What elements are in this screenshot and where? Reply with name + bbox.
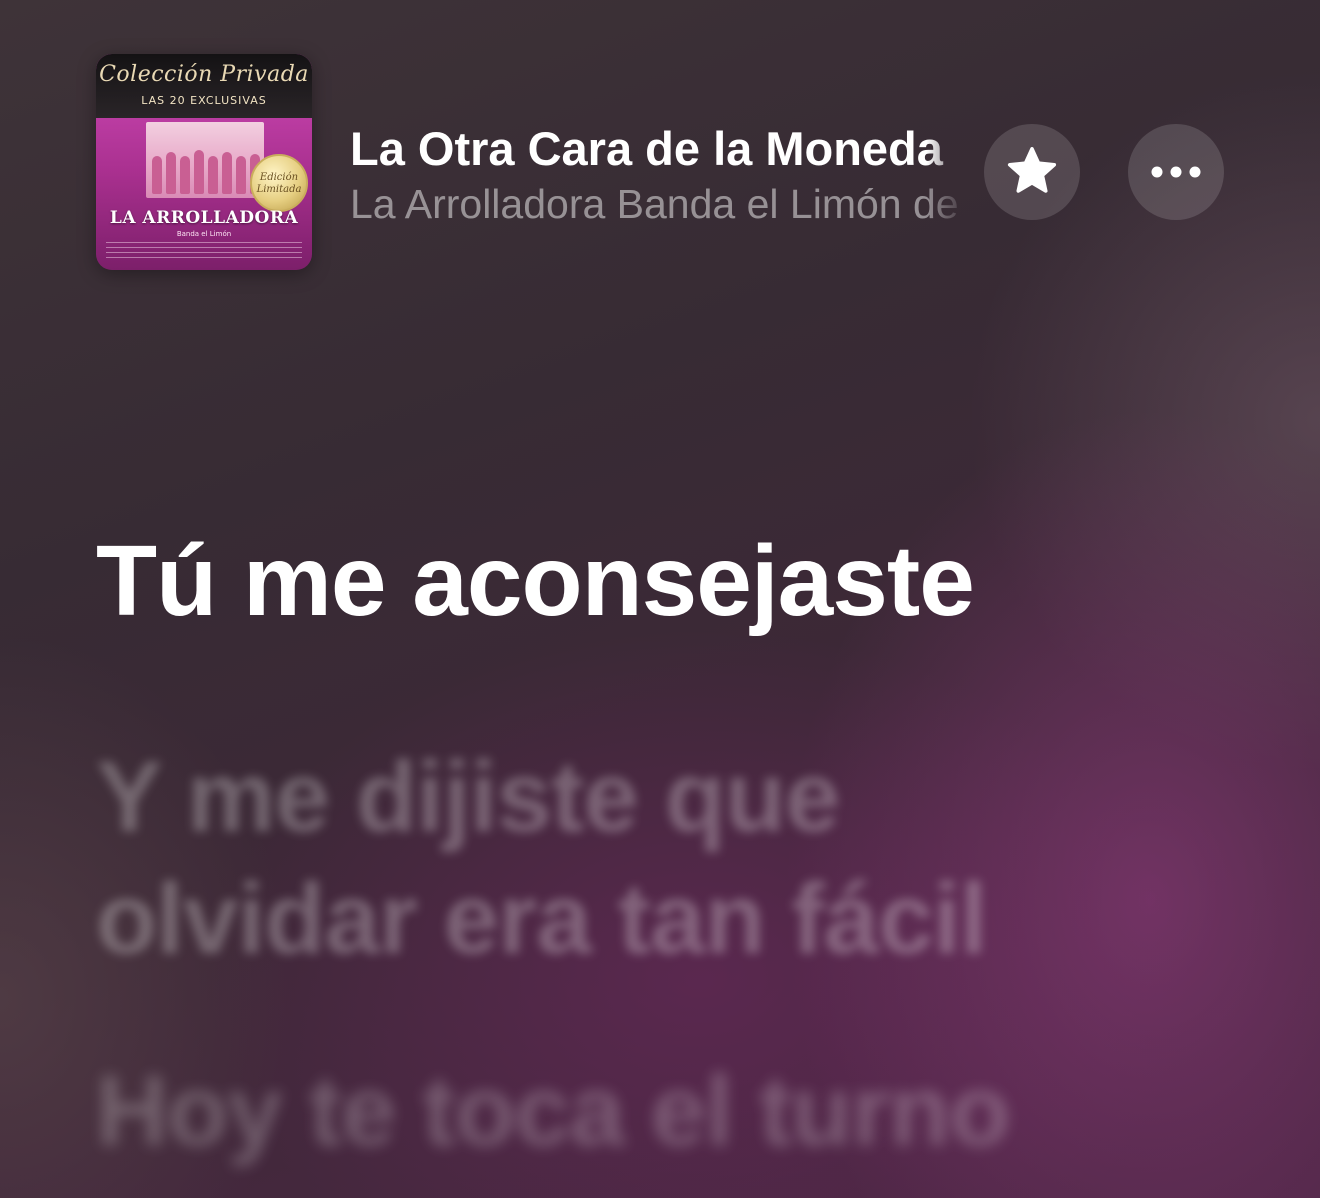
- album-art-track-list: [106, 242, 302, 262]
- album-art-figure: [180, 156, 190, 194]
- album-art-figure: [166, 152, 176, 194]
- album-art-figure: [236, 156, 246, 194]
- now-playing-header: Colección Privada LAS 20 EXCLUSIVAS Edic…: [96, 54, 1236, 272]
- track-title: La Otra Cara de la Moneda: [350, 122, 943, 175]
- album-art-banner: Colección Privada LAS 20 EXCLUSIVAS: [96, 54, 312, 118]
- favorite-button[interactable]: [984, 124, 1080, 220]
- track-info[interactable]: La Otra Cara de la Moneda La Arrolladora…: [350, 122, 970, 232]
- star-icon: [1005, 146, 1059, 198]
- album-art-series-subtitle: LAS 20 EXCLUSIVAS: [141, 94, 267, 107]
- album-art-band-subtitle: Banda el Limón: [176, 230, 232, 238]
- album-art-figure: [152, 156, 162, 194]
- ellipsis-icon: [1150, 165, 1202, 179]
- lyric-line[interactable]: olvidar era tan fácil: [96, 858, 1216, 980]
- album-art-series-title: Colección Privada: [99, 62, 309, 87]
- album-art-figure: [194, 150, 204, 194]
- album-art-seal: Edición Limitada: [250, 154, 308, 212]
- album-art-band-photo: [146, 122, 264, 198]
- lyrics-view: Tú me aconsejaste Y me dijiste que olvid…: [96, 520, 1216, 1172]
- album-artwork[interactable]: Colección Privada LAS 20 EXCLUSIVAS Edic…: [96, 54, 312, 270]
- lyric-line-current[interactable]: Tú me aconsejaste: [96, 520, 1216, 642]
- more-options-button[interactable]: [1128, 124, 1224, 220]
- track-artist: La Arrolladora Banda el Limón de René Ca…: [350, 181, 970, 227]
- album-art-figure: [208, 156, 218, 194]
- lyric-block-upcoming: Hoy te toca el turno: [96, 1050, 1216, 1172]
- lyric-line[interactable]: Hoy te toca el turno: [96, 1050, 1216, 1172]
- album-art-figure: [222, 152, 232, 194]
- album-art-band-name: LA ARROLLADORA: [109, 208, 299, 228]
- lyric-block-next: Y me dijiste que olvidar era tan fácil: [96, 736, 1216, 980]
- lyric-line[interactable]: Y me dijiste que: [96, 736, 1216, 858]
